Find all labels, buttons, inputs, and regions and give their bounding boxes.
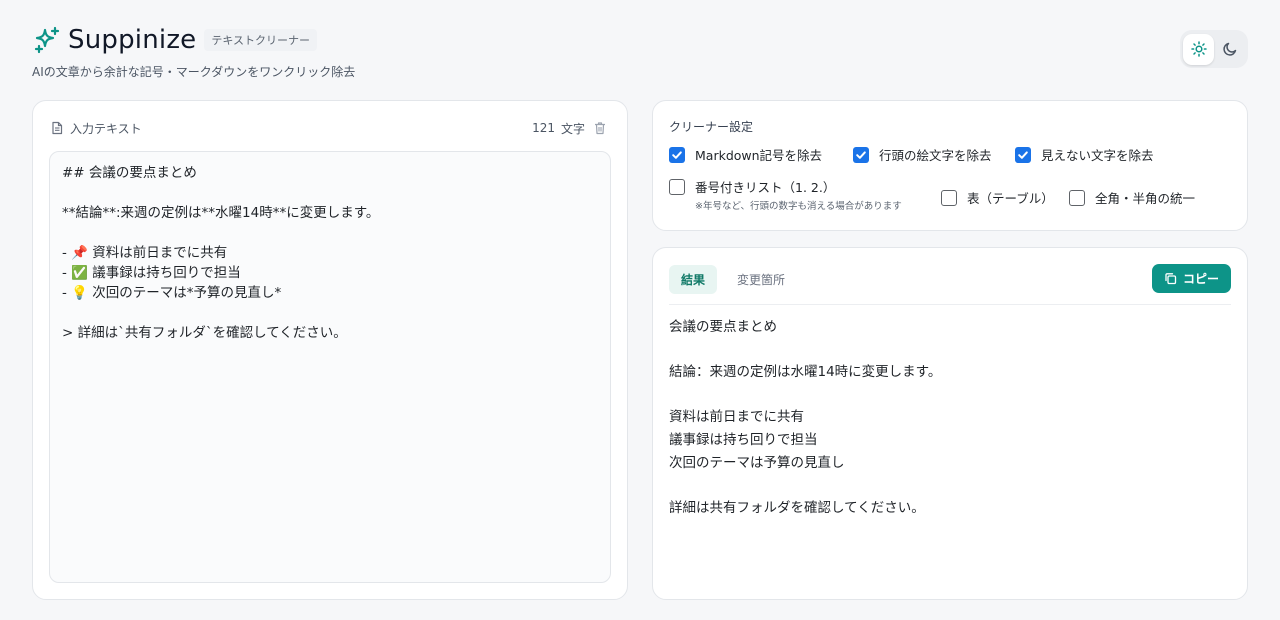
option-table[interactable]: 表（テーブル）	[941, 188, 1054, 207]
option-invisible-chars[interactable]: 見えない文字を除去	[1015, 145, 1154, 164]
option-label: 表（テーブル）	[967, 191, 1054, 206]
settings-panel: クリーナー設定 Markdown記号を除去 行頭の絵文字を除去 見えない文字を除…	[652, 100, 1248, 231]
option-numbered-list[interactable]: 番号付きリスト（1. 2.）	[669, 177, 835, 196]
input-panel-header: 入力テキスト 121 文字	[50, 120, 607, 136]
copy-label: コピー	[1182, 272, 1219, 286]
copy-icon	[1165, 273, 1177, 285]
document-icon	[52, 121, 63, 135]
input-textarea[interactable]: ## 会議の要点まとめ **結論**:来週の定例は**水曜14時**に変更します…	[49, 151, 611, 583]
checkbox-checked[interactable]	[853, 146, 869, 163]
app-header: Suppinize テキストクリーナー AIの文章から余計な記号・マークダウンを…	[32, 22, 355, 80]
settings-title: クリーナー設定	[669, 120, 754, 134]
result-tabs: 結果 変更箇所	[669, 265, 797, 294]
option-width-normalize[interactable]: 全角・半角の統一	[1069, 188, 1195, 207]
option-note: ※年号など、行頭の数字も消える場合があります	[695, 201, 902, 212]
check-icon	[672, 150, 682, 159]
result-text: 会議の要点まとめ 結論：来週の定例は水曜14時に変更します。 資料は前日までに共…	[669, 319, 942, 516]
option-label: 見えない文字を除去	[1041, 148, 1154, 163]
checkbox-unchecked[interactable]	[941, 189, 957, 206]
char-unit: 文字	[560, 121, 585, 136]
theme-toggle	[1180, 30, 1248, 68]
divider	[669, 304, 1231, 305]
trash-icon[interactable]	[593, 121, 607, 135]
input-label: 入力テキスト	[70, 121, 142, 136]
option-label: Markdown記号を除去	[695, 148, 823, 163]
app-title: Suppinize	[68, 25, 197, 55]
sun-icon	[1190, 41, 1207, 57]
checkbox-unchecked[interactable]	[1069, 189, 1085, 206]
app-tag: テキストクリーナー	[204, 29, 318, 51]
checkbox-unchecked[interactable]	[669, 178, 685, 195]
result-panel: 結果 変更箇所 コピー 会議の要点まとめ 結論：来週の定例は水曜14時に変更しま…	[652, 247, 1248, 600]
input-panel: 入力テキスト 121 文字 ## 会議の要点まとめ **結論**:来週の定例は*…	[32, 100, 628, 600]
moon-icon	[1222, 42, 1236, 56]
light-theme-button[interactable]	[1183, 33, 1214, 65]
sparkles-icon	[34, 26, 60, 54]
dark-theme-button[interactable]	[1214, 34, 1245, 65]
checkbox-checked[interactable]	[1015, 146, 1031, 163]
tab-result[interactable]: 結果	[669, 265, 718, 294]
check-icon	[1018, 150, 1028, 159]
tab-changes[interactable]: 変更箇所	[725, 265, 797, 294]
option-emoji[interactable]: 行頭の絵文字を除去	[853, 145, 992, 164]
checkbox-checked[interactable]	[669, 146, 685, 163]
copy-button[interactable]: コピー	[1151, 264, 1231, 293]
option-label: 全角・半角の統一	[1095, 191, 1196, 206]
app-subtitle: AIの文章から余計な記号・マークダウンをワンクリック除去	[32, 65, 356, 79]
check-icon	[856, 150, 866, 159]
brand: Suppinize テキストクリーナー	[32, 22, 355, 58]
char-count: 121	[532, 121, 555, 135]
option-markdown[interactable]: Markdown記号を除去	[669, 145, 822, 164]
option-label: 番号付きリスト（1. 2.）	[695, 180, 836, 195]
option-label: 行頭の絵文字を除去	[879, 148, 992, 163]
